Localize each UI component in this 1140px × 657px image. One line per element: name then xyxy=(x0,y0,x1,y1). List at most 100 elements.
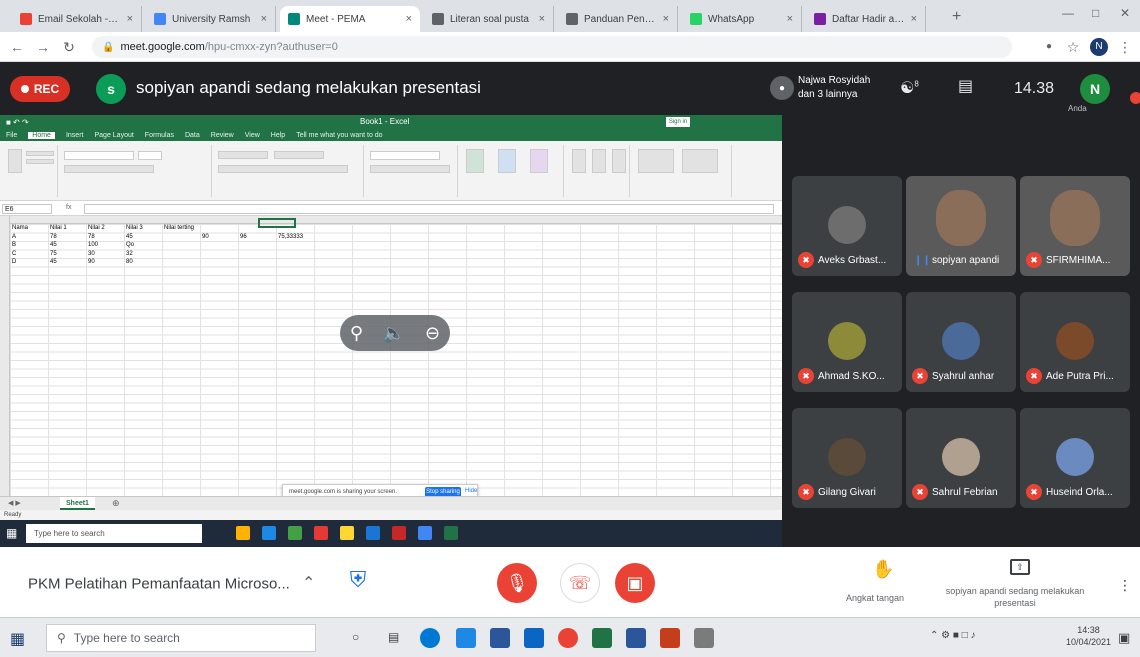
browser-tab[interactable]: Email Sekolah - e... × xyxy=(12,6,142,32)
ribbon-editing[interactable] xyxy=(632,145,732,197)
participant-tile[interactable]: ✖ SFIRMHIMA... xyxy=(1020,176,1130,276)
close-window-icon[interactable]: ✕ xyxy=(1120,6,1130,20)
camera-indicator-icon[interactable]: ● xyxy=(1040,38,1058,56)
new-tab-icon[interactable]: + xyxy=(952,8,961,26)
participant-tile[interactable]: ✖ Syahrul anhar xyxy=(906,292,1016,392)
browser-tab[interactable]: Daftar Hadir acara × xyxy=(806,6,926,32)
excel-menu-item[interactable]: Formulas xyxy=(145,132,174,139)
close-tab-icon[interactable]: × xyxy=(787,13,793,25)
store-app-icon[interactable] xyxy=(490,628,510,648)
meeting-title[interactable]: PKM Pelatihan Pemanfaatan Microso... xyxy=(28,576,290,593)
excel-cell[interactable]: 45 xyxy=(50,259,57,265)
self-avatar[interactable]: N xyxy=(1080,74,1110,104)
profile-avatar[interactable]: N xyxy=(1090,38,1108,56)
raise-hand-label[interactable]: Angkat tangan xyxy=(846,593,904,603)
taskbar-clock[interactable]: 14:38 10/04/2021 xyxy=(1066,624,1111,648)
minimize-icon[interactable]: — xyxy=(1062,6,1074,20)
explorer-app-icon[interactable] xyxy=(456,628,476,648)
ribbon-styles[interactable] xyxy=(460,145,564,197)
excel-cell[interactable]: 90 xyxy=(88,259,95,265)
chat-icon[interactable]: ▤ xyxy=(958,76,973,96)
windows-start-icon[interactable]: ▦ xyxy=(10,629,25,649)
app-icon[interactable] xyxy=(694,628,714,648)
close-tab-icon[interactable]: × xyxy=(406,13,412,25)
excel-cell[interactable]: 90 xyxy=(202,234,209,240)
excel-menu-item[interactable]: Help xyxy=(271,132,285,139)
excel-cell[interactable]: 96 xyxy=(240,234,247,240)
excel-cell[interactable]: 80 xyxy=(126,259,133,265)
excel-grid[interactable]: Nama Nilai 1 Nilai 2 Nilai 3 Nilai terting A 7… xyxy=(0,216,782,496)
edge-app-icon[interactable] xyxy=(420,628,440,648)
sheet-tab[interactable]: Sheet1 xyxy=(60,497,95,510)
excel-cell[interactable]: 78 xyxy=(50,234,57,240)
excel-cell[interactable]: 75 xyxy=(50,251,57,257)
close-tab-icon[interactable]: × xyxy=(127,13,133,25)
mic-off-button[interactable]: 🎙 xyxy=(497,563,537,603)
hang-up-button[interactable]: ☏ xyxy=(560,563,600,603)
close-tab-icon[interactable]: × xyxy=(663,13,669,25)
excel-cell[interactable]: Nilai 2 xyxy=(88,225,105,231)
excel-cell[interactable]: D xyxy=(12,259,16,265)
browser-tab[interactable]: WhatsApp × xyxy=(682,6,802,32)
system-tray-icons[interactable]: ⌃ ⚙ ■ □ ♪ xyxy=(930,630,976,641)
sheet-nav-icon[interactable]: ◀ ▶ xyxy=(8,499,21,507)
presenting-footer[interactable]: sopiyan apandi sedang melakukan presenta… xyxy=(940,585,1090,609)
browser-tab[interactable]: University Ramsh × xyxy=(146,6,276,32)
more-options-icon[interactable]: ⋮ xyxy=(1118,577,1132,594)
fx-icon[interactable]: fx xyxy=(66,204,71,211)
close-tab-icon[interactable]: × xyxy=(911,13,917,25)
excel-cell[interactable]: Nilai terting xyxy=(164,225,194,231)
formula-input[interactable] xyxy=(84,204,774,214)
shield-icon[interactable]: ⛨ xyxy=(346,567,370,595)
excel-menu-item[interactable]: Review xyxy=(211,132,234,139)
excel-cell[interactable]: C xyxy=(12,251,16,257)
task-view-icon[interactable]: ▤ xyxy=(388,630,399,644)
excel-cell[interactable]: 75,33333 xyxy=(278,234,303,240)
close-tab-icon[interactable]: × xyxy=(261,13,267,25)
people-icon[interactable]: ☯8 xyxy=(900,78,919,98)
ribbon-cells[interactable] xyxy=(566,145,630,197)
excel-cell[interactable]: 32 xyxy=(126,251,133,257)
ribbon-clipboard[interactable] xyxy=(4,145,58,197)
hide-button[interactable]: Hide xyxy=(465,488,477,494)
participant-tile[interactable]: ❙❙ sopiyan apandi xyxy=(906,176,1016,276)
url-input[interactable]: 🔒 meet.google.com /hpu-cmxx-zyn?authuser… xyxy=(92,36,1012,58)
excel-cell[interactable]: 45 xyxy=(50,242,57,248)
participant-tile[interactable]: ✖ Ade Putra Pri... xyxy=(1020,292,1130,392)
excel-menu-item[interactable]: Tell me what you want to do xyxy=(296,132,382,139)
mute-participant-icon[interactable]: 🔈 xyxy=(383,323,405,344)
excel-cell[interactable]: 30 xyxy=(88,251,95,257)
excel-menu-item[interactable]: File xyxy=(6,132,17,139)
pin-icon[interactable]: ⚲ xyxy=(350,323,363,344)
forward-icon[interactable]: → xyxy=(34,38,52,56)
excel-cell[interactable]: 78 xyxy=(88,234,95,240)
taskbar-search-box[interactable]: ⚲ Type here to search xyxy=(46,624,316,652)
cortana-icon[interactable]: ○ xyxy=(352,630,359,644)
powerpoint-app-icon[interactable] xyxy=(660,628,680,648)
browser-menu-icon[interactable]: ⋮ xyxy=(1116,38,1134,56)
excel-cell[interactable]: Nama xyxy=(12,225,28,231)
mail-app-icon[interactable] xyxy=(524,628,544,648)
excel-cell[interactable]: Qo xyxy=(126,242,134,248)
present-screen-icon[interactable]: ⇧ xyxy=(1010,559,1030,575)
participant-tile[interactable]: ✖ Huseind Orla... xyxy=(1020,408,1130,508)
excel-signin-button[interactable]: Sign in xyxy=(666,117,690,127)
excel-cell[interactable]: 45 xyxy=(126,234,133,240)
participant-tile[interactable]: ✖ Sahrul Febrian xyxy=(906,408,1016,508)
participant-tile[interactable]: ✖ Gilang Givari xyxy=(792,408,902,508)
excel-menu-item[interactable]: Data xyxy=(185,132,200,139)
browser-tab[interactable]: Literan soal pusta × xyxy=(424,6,554,32)
reload-icon[interactable]: ↻ xyxy=(60,38,78,56)
participant-tile[interactable]: ✖ Ahmad S.KO... xyxy=(792,292,902,392)
excel-cell[interactable]: Nilai 3 xyxy=(126,225,143,231)
browser-tab[interactable]: Meet - PEMA × xyxy=(280,6,420,32)
chrome-app-icon[interactable] xyxy=(558,628,578,648)
remove-icon[interactable]: ⊖ xyxy=(425,323,440,344)
ribbon-alignment[interactable] xyxy=(214,145,364,197)
excel-menu-item[interactable]: Home xyxy=(28,131,55,139)
ribbon-number[interactable] xyxy=(366,145,458,197)
selected-cell[interactable] xyxy=(258,218,296,228)
word-app-icon[interactable] xyxy=(626,628,646,648)
browser-tab[interactable]: Panduan Penggu × xyxy=(558,6,678,32)
participant-tile[interactable]: ✖ Aveks Grbast... xyxy=(792,176,902,276)
